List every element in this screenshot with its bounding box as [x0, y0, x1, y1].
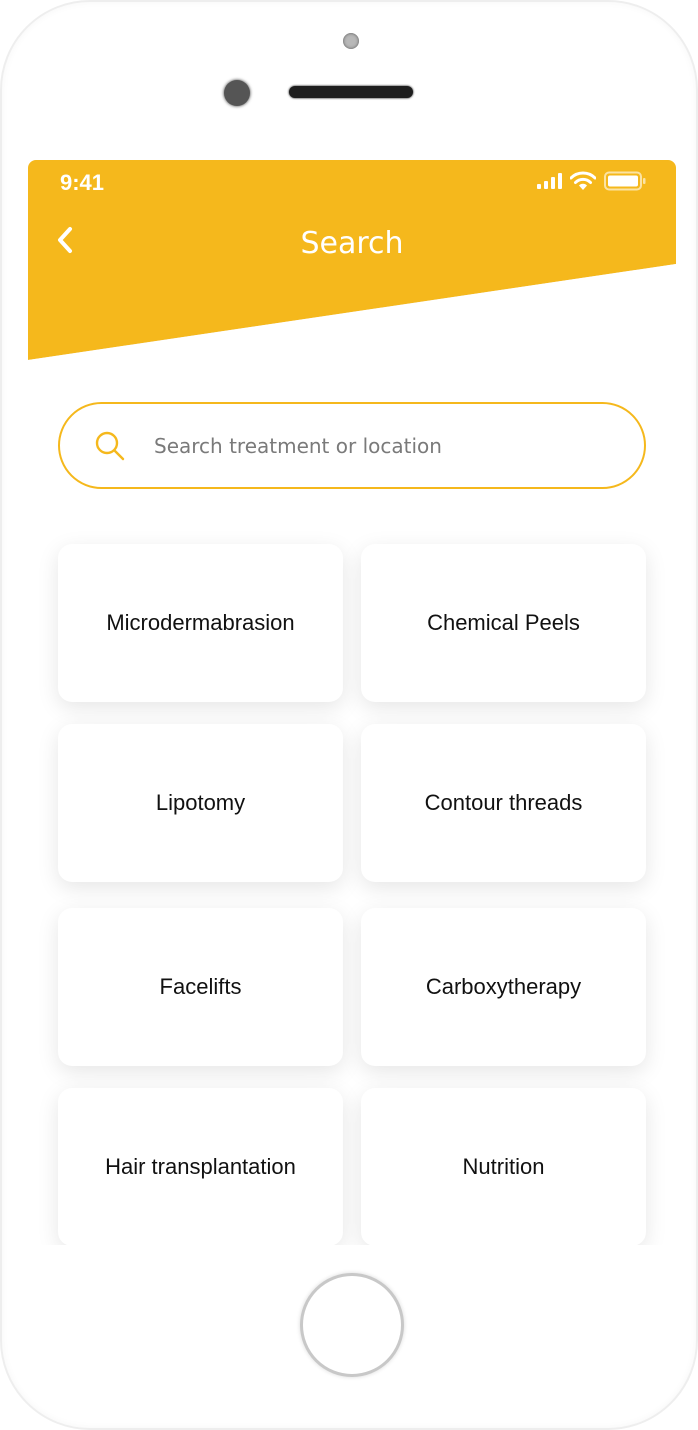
search-icon [95, 431, 125, 460]
treatment-label: Lipotomy [155, 790, 246, 815]
proximity-sensor [343, 33, 359, 49]
treatment-tile[interactable]: Carboxytherapy [361, 908, 646, 1066]
earpiece-speaker [289, 86, 413, 98]
treatment-tile[interactable]: Lipotomy [58, 724, 343, 882]
treatment-tile[interactable]: Microdermabrasion [58, 544, 343, 702]
phone-frame: 9:41 Search Search treatment or location… [0, 0, 698, 1430]
treatment-label: Hair transplantation [105, 1154, 296, 1179]
app-screen: 9:41 Search Search treatment or location… [28, 160, 676, 1245]
battery-icon [604, 171, 646, 191]
treatment-label: Nutrition [462, 1154, 545, 1179]
treatment-label: Chemical Peels [427, 610, 580, 635]
treatment-tile[interactable]: Contour threads [361, 724, 646, 882]
treatment-tile[interactable]: Hair transplantation [58, 1088, 343, 1245]
treatment-label: Facelifts [159, 974, 242, 999]
wifi-icon [570, 171, 596, 190]
treatment-tile[interactable]: Nutrition [361, 1088, 646, 1245]
signal-icon [537, 173, 562, 189]
treatment-label: Contour threads [424, 790, 583, 815]
status-time: 9:41 [60, 170, 105, 195]
treatment-tile[interactable]: Facelifts [58, 908, 343, 1066]
treatment-tile[interactable]: Chemical Peels [361, 544, 646, 702]
treatment-label: Carboxytherapy [425, 974, 582, 999]
status-icons [537, 170, 646, 192]
front-camera [224, 80, 250, 106]
search-bar[interactable] [58, 402, 646, 489]
page-title: Search [300, 226, 404, 261]
treatment-label: Microdermabrasion [106, 610, 295, 635]
search-input[interactable] [152, 432, 596, 459]
home-button[interactable] [300, 1273, 404, 1377]
